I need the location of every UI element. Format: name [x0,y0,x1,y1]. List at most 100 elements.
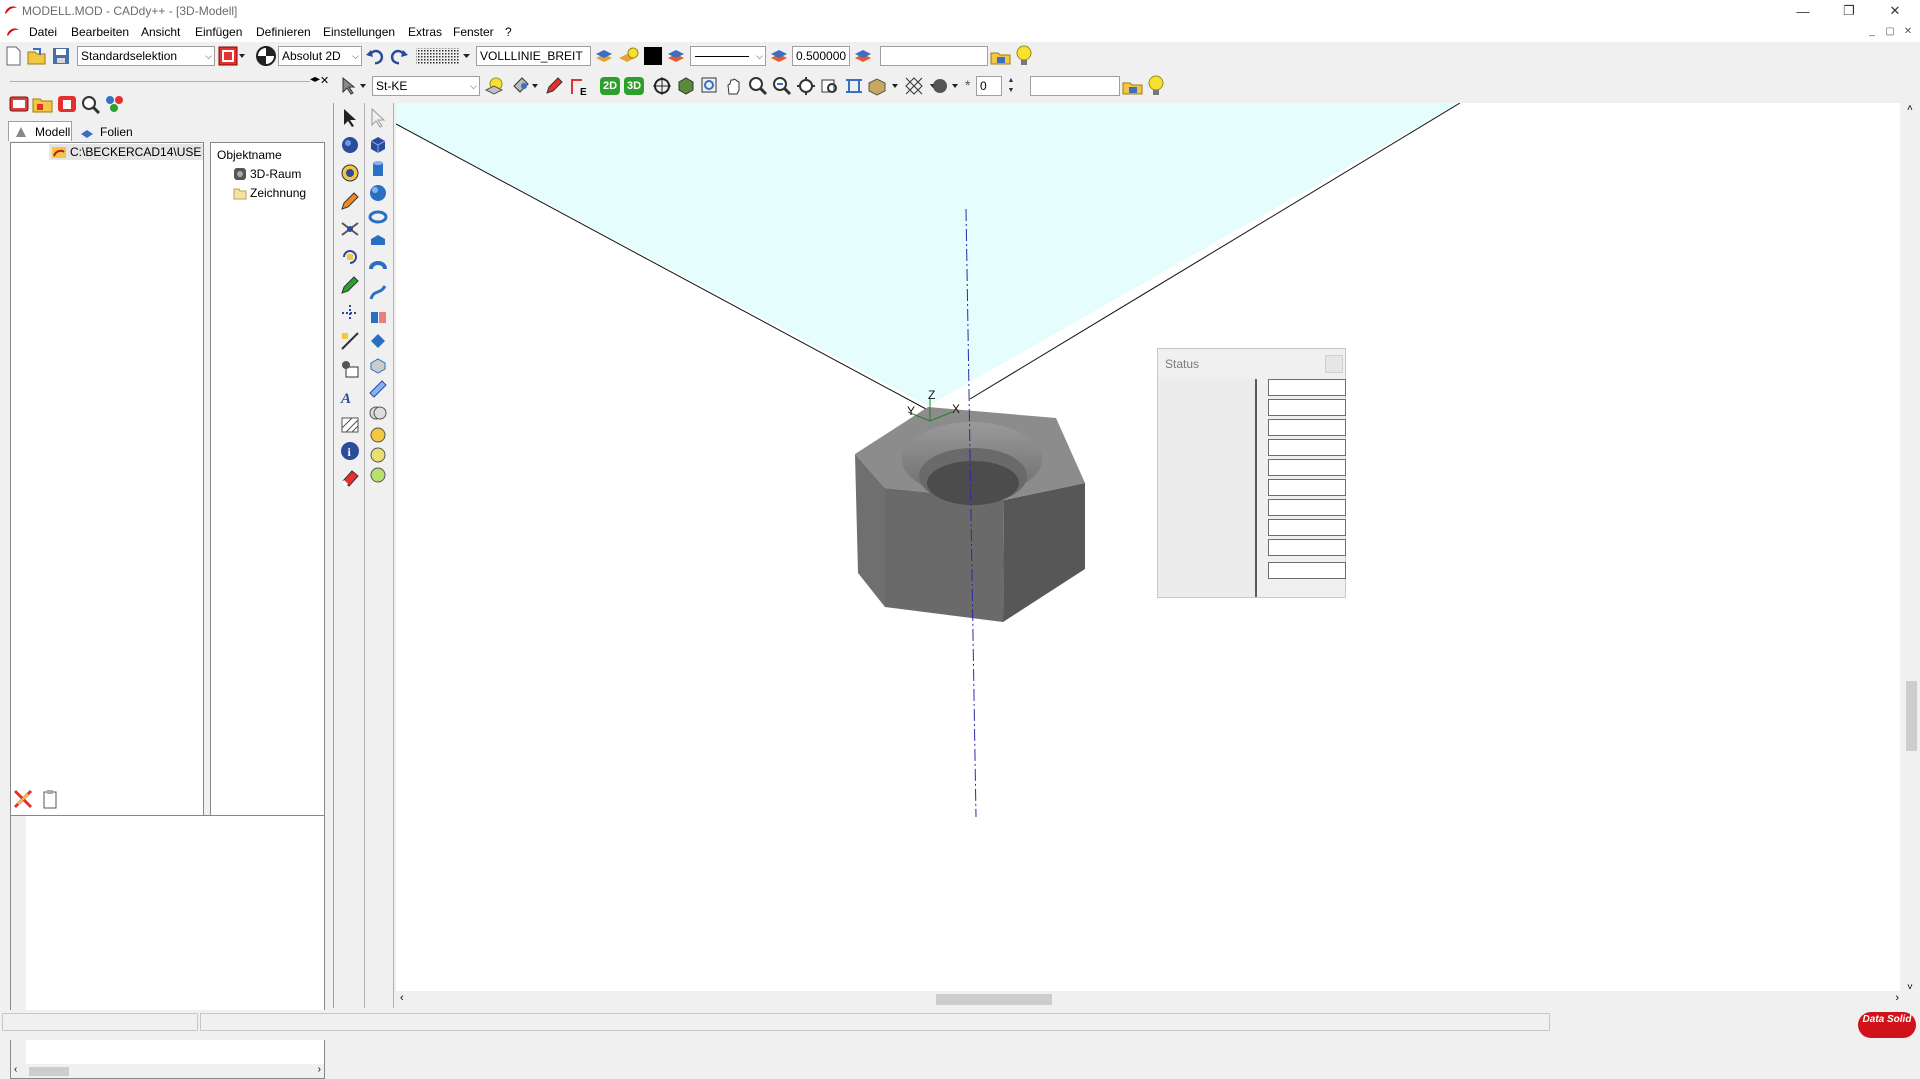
view-2d-button[interactable]: 2D [600,77,620,95]
pointer-settings-icon[interactable] [340,76,368,96]
status-field-10[interactable] [1268,562,1346,579]
status-field-1[interactable] [1268,379,1346,396]
undo-icon[interactable] [365,46,385,66]
minimize-button[interactable]: — [1780,0,1826,22]
status-field-7[interactable] [1268,499,1346,516]
prop-scroll-left-arrow[interactable]: ‹ [14,1064,17,1075]
new-file-icon[interactable] [4,46,22,66]
zoom-in-icon[interactable] [748,76,768,96]
toolbar1-text-field[interactable] [880,46,988,66]
restore-button[interactable]: ❐ [1826,0,1872,22]
redo-icon[interactable] [389,46,409,66]
orbit-icon[interactable] [652,76,672,96]
layer-color-icon[interactable] [666,46,686,66]
mdi-minimize-button[interactable]: _ [1865,26,1879,38]
spin-buttons[interactable]: ▲ ▼ [1004,76,1018,96]
canvas-hscrollbar[interactable]: ‹ › [396,991,1903,1008]
model-manager-icon[interactable] [8,94,30,114]
view-3d-button[interactable]: 3D [624,77,644,95]
hscroll-right-arrow[interactable]: › [1895,992,1899,1004]
line-type-field[interactable]: VOLLLINIE_BREIT [476,46,591,66]
open-folder-icon[interactable] [27,46,47,66]
vscroll-up-arrow[interactable]: ˄ [1907,103,1913,114]
sphere-render-icon[interactable] [930,76,964,96]
close-button[interactable]: ✕ [1872,0,1918,22]
panel-splitter[interactable] [333,103,334,1008]
status-field-5[interactable] [1268,459,1346,476]
grid-pattern-icon[interactable] [415,47,471,65]
menu-definieren[interactable]: Definieren [256,25,311,39]
menu-ansicht[interactable]: Ansicht [141,25,180,39]
zoom-out-icon[interactable] [772,76,792,96]
object-item-3d-raum[interactable]: 3D-Raum [233,166,323,182]
status-field-3[interactable] [1268,419,1346,436]
mdi-restore-button[interactable]: ▢ [1883,26,1897,38]
menu-einstellungen[interactable]: Einstellungen [323,25,395,39]
color-swatch[interactable] [644,47,662,65]
selection-mode-select[interactable]: Standardselektion ⌵ [77,46,215,66]
menu-fenster[interactable]: Fenster [453,25,494,39]
viewport-svg[interactable]: Y Z X [396,103,1900,995]
view-cube-icon[interactable] [676,76,696,96]
line-style-select[interactable]: ⌵ [690,46,766,66]
spin-value-field[interactable]: 0 [976,76,1002,96]
zoom-all-icon[interactable] [796,76,816,96]
menu-bearbeiten[interactable]: Bearbeiten [71,25,129,39]
prop-scroll-right-arrow[interactable]: › [318,1064,321,1075]
folder-tree-icon[interactable] [32,94,54,114]
toolbar2-text-field[interactable] [1030,76,1120,96]
status-window[interactable]: Status [1157,348,1346,598]
redraw-icon[interactable] [844,76,864,96]
save-icon[interactable] [51,46,71,66]
tab-folien[interactable]: Folien [74,123,134,141]
hscroll-thumb[interactable] [936,994,1052,1005]
search-object-icon[interactable] [80,94,102,114]
properties-hscrollbar[interactable]: ‹ › [11,1064,324,1078]
open-layer-2-icon[interactable] [1122,76,1144,96]
coordinate-origin-icon[interactable] [256,46,276,66]
zoom-window-icon[interactable] [700,76,720,96]
shading-mode-icon[interactable] [866,76,900,96]
hscroll-left-arrow[interactable]: ‹ [400,992,404,1004]
layer-width-icon[interactable] [769,46,789,66]
status-field-2[interactable] [1268,399,1346,416]
open-layer-icon[interactable] [990,46,1012,66]
coordinate-mode-select[interactable]: Absolut 2D ⌵ [278,46,362,66]
status-field-4[interactable] [1268,439,1346,456]
delete-cross-icon[interactable] [12,788,34,810]
clipboard-icon[interactable] [40,788,60,810]
layer-select[interactable]: St-KE ⌵ [372,76,480,96]
status-field-8[interactable] [1268,519,1346,536]
drawing-canvas[interactable]: Y Z X [396,103,1900,995]
vscroll-thumb[interactable] [1906,681,1917,751]
object-item-zeichnung[interactable]: Zeichnung [233,185,323,201]
line-width-field[interactable]: 0.500000 [792,46,850,66]
mdi-close-button[interactable]: ✕ [1901,26,1915,38]
lightbulb-2-icon[interactable] [1146,75,1166,97]
layer-bulb-icon[interactable] [618,46,640,66]
properties-icon[interactable] [104,94,126,114]
menu-help[interactable]: ? [505,25,512,39]
layer-stack-icon[interactable] [594,46,614,66]
tab-modell[interactable]: Modell [8,121,72,141]
status-field-6[interactable] [1268,479,1346,496]
delete-red-icon[interactable] [56,94,78,114]
element-edit-icon[interactable]: E [568,76,590,96]
layer-stack-2-icon[interactable] [853,46,873,66]
zoom-previous-icon[interactable] [820,76,840,96]
snap-mode-icon[interactable] [512,76,540,96]
edit-pencil-icon[interactable] [544,76,564,96]
menu-einfuegen[interactable]: Einfügen [195,25,242,39]
tree-row-selected[interactable]: C:\BECKERCAD14\USER\M [49,144,203,160]
select-filter-icon[interactable] [218,46,246,66]
prop-scroll-thumb[interactable] [29,1067,69,1076]
canvas-vscrollbar[interactable]: ˄ ˅ [1903,103,1920,995]
menu-extras[interactable]: Extras [408,25,442,39]
status-field-9[interactable] [1268,539,1346,556]
layer-visibility-icon[interactable] [484,76,506,96]
menu-datei[interactable]: Datei [29,25,57,39]
lightbulb-icon[interactable] [1014,45,1034,67]
vscroll-down-arrow[interactable]: ˅ [1907,982,1913,993]
status-close-button[interactable] [1325,355,1343,373]
pan-hand-icon[interactable] [724,76,744,96]
